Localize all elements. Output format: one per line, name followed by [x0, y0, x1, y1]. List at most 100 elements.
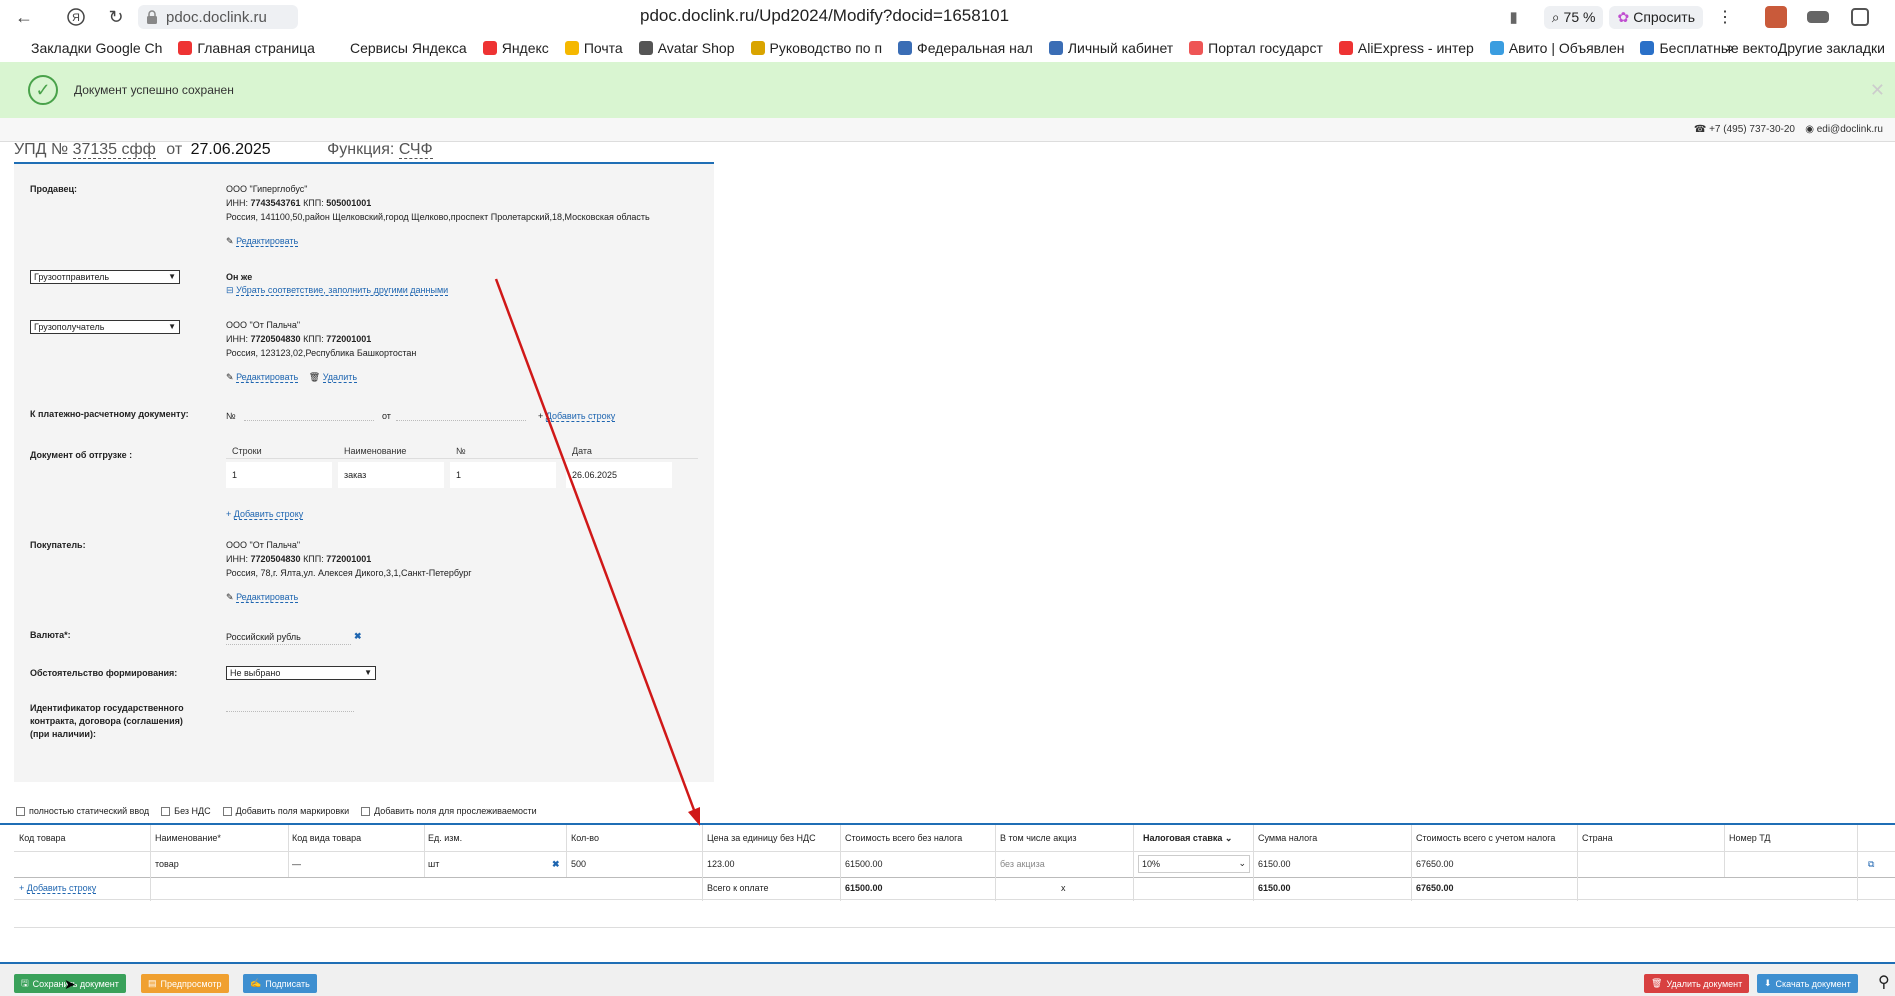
- clear-icon[interactable]: ✖: [354, 629, 362, 643]
- other-bookmarks[interactable]: Другие закладки: [1778, 40, 1885, 56]
- bookmark-favicon-icon: [12, 41, 26, 55]
- close-icon[interactable]: ✕: [1870, 80, 1885, 101]
- bookmark-item[interactable]: Федеральная нал: [898, 40, 1033, 56]
- total-with-tax: 67650.00: [1416, 883, 1454, 893]
- bookmark-item[interactable]: Авито | Объявлен: [1489, 40, 1624, 56]
- bookmark-item[interactable]: Сервисы Яндекса: [330, 40, 467, 56]
- consignee-select[interactable]: Грузополучатель: [30, 320, 180, 334]
- ask-button[interactable]: ✿ Спросить: [1609, 5, 1703, 29]
- grid-add-row[interactable]: + Добавить строку: [19, 883, 97, 894]
- shipment-add-row[interactable]: + Добавить строку: [226, 507, 304, 521]
- bookmark-item[interactable]: Почта: [564, 40, 623, 56]
- cell-sum-no-tax[interactable]: 61500.00: [845, 859, 883, 869]
- document-number[interactable]: 37135 сфф: [72, 141, 156, 159]
- currency-label: Валюта*:: [30, 630, 71, 640]
- bookmark-item[interactable]: Яндекс: [482, 40, 549, 56]
- col-kind-code: Код вида товара: [292, 833, 362, 843]
- bottom-action-bar: 🖫 Сохранить документ ▤ Предпросмотр ✍ Подпи…: [0, 962, 1895, 996]
- download-icon: ⬇: [1764, 978, 1772, 988]
- bookmark-icon[interactable]: ▮: [1509, 8, 1517, 26]
- shipment-name-input[interactable]: заказ: [338, 462, 444, 488]
- extension-icon[interactable]: [1807, 11, 1829, 23]
- chevron-down-icon: ⌄: [1224, 833, 1233, 843]
- email-contact[interactable]: ◉ edi@doclink.ru: [1805, 124, 1883, 135]
- user-settings-icon[interactable]: ⚲: [1878, 972, 1890, 992]
- bookmark-item[interactable]: Бесплатные векто: [1640, 40, 1778, 56]
- bookmark-item[interactable]: Руководство по п: [750, 40, 882, 56]
- bookmark-item[interactable]: Avatar Shop: [638, 40, 735, 56]
- bookmark-item[interactable]: Личный кабинет: [1048, 40, 1173, 56]
- profile-icon[interactable]: [1765, 6, 1787, 28]
- consignee-edit-link[interactable]: ✎ Редактировать: [226, 372, 299, 383]
- bookmark-favicon-icon: [330, 41, 345, 55]
- shipper-select[interactable]: Грузоотправитель: [30, 270, 180, 284]
- shipper-unlink-link[interactable]: ⊟ Убрать соответствие, заполнить другими…: [226, 283, 449, 297]
- no-vat-checkbox[interactable]: Без НДС: [161, 806, 211, 816]
- bookmark-favicon-icon: [1189, 41, 1204, 55]
- payment-from-label: от: [382, 411, 391, 421]
- preview-button[interactable]: ▤ Предпросмотр: [141, 974, 229, 993]
- bookmark-item[interactable]: Главная страница: [178, 40, 315, 56]
- payment-no-input[interactable]: [244, 407, 374, 421]
- bookmark-favicon-icon: [638, 41, 653, 55]
- bookmark-item[interactable]: Закладки Google Ch: [12, 40, 162, 56]
- bookmarks-bar: Закладки Google Ch Главная страница Сервис…: [0, 34, 1895, 62]
- shipment-no-input[interactable]: 1: [450, 462, 556, 488]
- currency-input[interactable]: Российский рубль: [226, 630, 351, 645]
- yandex-logo-icon[interactable]: Я: [62, 3, 90, 31]
- total-label: Всего к оплате: [707, 883, 769, 893]
- cell-name[interactable]: товар: [155, 859, 179, 869]
- bookmark-item[interactable]: AliExpress - интер: [1338, 40, 1474, 56]
- shipper-same: Он же: [226, 272, 253, 282]
- shipment-doc-label: Документ об отгрузке :: [30, 450, 133, 460]
- cell-excise[interactable]: без акциза: [1000, 859, 1045, 869]
- address-url[interactable]: pdoc.doclink.ru/Upd2024/Modify?docid=165…: [640, 6, 1009, 26]
- contract-id-input[interactable]: [226, 698, 354, 712]
- col-tax-rate[interactable]: Налоговая ставка ⌄: [1143, 833, 1232, 844]
- seller-edit-link[interactable]: ✎ Редактировать: [226, 234, 299, 248]
- address-host: pdoc.doclink.ru: [166, 8, 267, 26]
- sidebar-icon[interactable]: [1851, 8, 1869, 26]
- download-document-button[interactable]: ⬇ Скачать документ: [1757, 974, 1858, 993]
- col-price: Цена за единицу без НДС: [707, 833, 816, 843]
- reload-icon[interactable]: ↻: [102, 3, 130, 31]
- seller-label: Продавец:: [30, 184, 78, 194]
- row-edit-icon[interactable]: ⧉: [1868, 859, 1874, 870]
- cell-qty[interactable]: 500: [571, 859, 586, 869]
- traceability-fields-checkbox[interactable]: Добавить поля для прослеживаемости: [361, 806, 537, 816]
- static-input-checkbox[interactable]: полностью статический ввод: [16, 806, 149, 816]
- document-form: Продавец: ООО "Гиперглобус" ИНН: 7743543…: [14, 164, 714, 782]
- cell-kind[interactable]: —: [292, 859, 301, 869]
- bookmark-favicon-icon: [564, 41, 579, 55]
- circumstance-select[interactable]: Не выбрано: [226, 666, 376, 680]
- col-qty: Кол-во: [571, 833, 599, 843]
- cell-tax-sum[interactable]: 6150.00: [1258, 859, 1291, 869]
- bookmark-favicon-icon: [898, 41, 913, 55]
- payment-no-label: №: [226, 411, 236, 421]
- bookmarks-more-icon[interactable]: »: [1726, 39, 1734, 55]
- shipment-date-input[interactable]: 26.06.2025: [566, 462, 672, 488]
- cell-unit[interactable]: шт: [428, 859, 439, 869]
- contact-bar: ☎ +7 (495) 737-30-20 ◉ edi@doclink.ru: [0, 118, 1895, 142]
- search-zoom-icon: ⌕: [1551, 8, 1560, 25]
- menu-icon[interactable]: ⋮: [1709, 7, 1741, 27]
- consignee-delete-link[interactable]: 🗑 Удалить: [309, 372, 358, 383]
- document-function[interactable]: СЧФ: [398, 141, 433, 159]
- cell-sum-with-tax[interactable]: 67650.00: [1416, 859, 1454, 869]
- address-bar-host[interactable]: pdoc.doclink.ru: [138, 5, 298, 29]
- cell-price[interactable]: 123.00: [707, 859, 735, 869]
- payment-date-input[interactable]: [396, 407, 526, 421]
- zoom-indicator[interactable]: ⌕ 75 %: [1543, 5, 1604, 29]
- back-icon[interactable]: ←: [10, 3, 38, 31]
- chevron-down-icon: ⌄: [1238, 858, 1246, 868]
- marking-fields-checkbox[interactable]: Добавить поля маркировки: [222, 806, 349, 816]
- shipment-rows-input[interactable]: 1: [226, 462, 332, 488]
- delete-document-button[interactable]: 🗑 Удалить документ: [1644, 974, 1750, 993]
- tax-rate-select[interactable]: 10% ⌄: [1138, 855, 1250, 873]
- payment-add-row[interactable]: + Добавить строку: [538, 409, 616, 423]
- bookmark-item[interactable]: Портал государст: [1189, 40, 1323, 56]
- buyer-edit-link[interactable]: ✎ Редактировать: [226, 590, 299, 604]
- sign-button[interactable]: ✍ Подписать: [243, 974, 317, 993]
- clear-unit-icon[interactable]: ✖: [552, 859, 560, 870]
- document-date[interactable]: 27.06.2025: [191, 141, 271, 158]
